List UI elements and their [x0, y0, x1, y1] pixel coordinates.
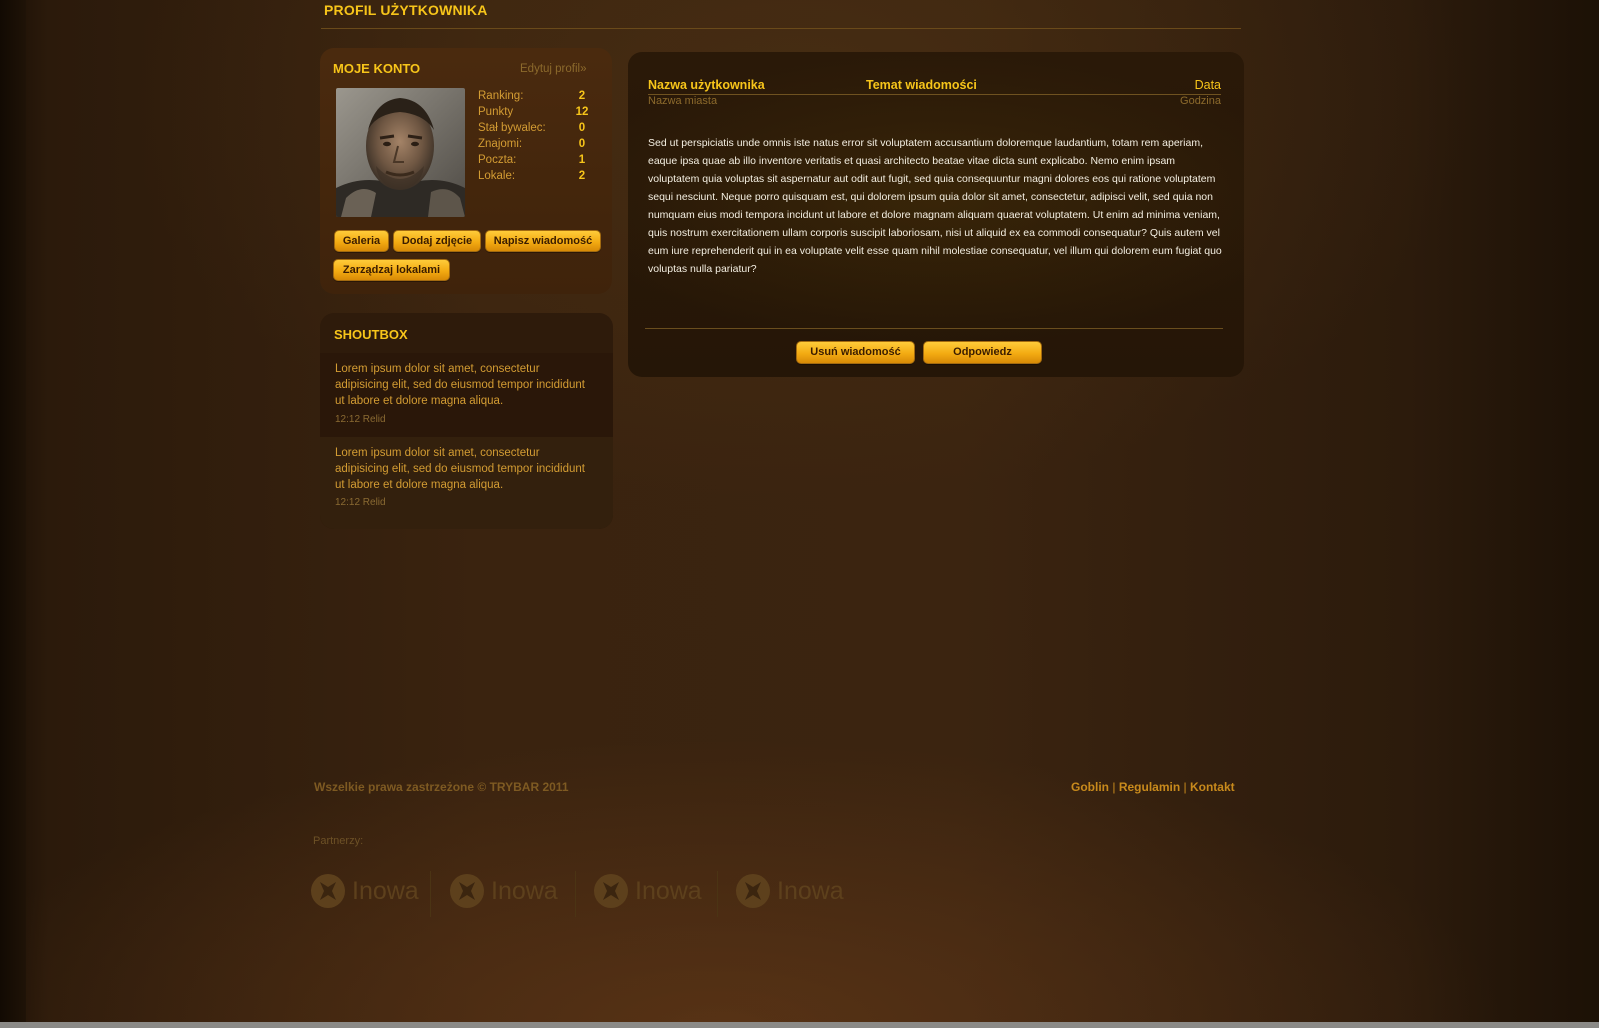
add-photo-button[interactable]: Dodaj zdjęcie [393, 230, 481, 252]
reply-button[interactable]: Odpowiedz [923, 341, 1042, 364]
message-city: Nazwa miasta [648, 95, 718, 107]
account-heading: MOJE KONTO [333, 61, 421, 76]
stat-value: 2 [578, 90, 586, 102]
stat-value: 0 [578, 138, 586, 150]
footer-separator: | [1112, 780, 1116, 794]
footer-separator: | [1183, 780, 1187, 794]
partner-divider [575, 871, 576, 917]
shoutbox-meta: 12:12 Relid [335, 414, 386, 425]
edit-profile-link[interactable]: Edytuj profil» [520, 63, 586, 75]
gallery-button[interactable]: Galeria [334, 230, 389, 252]
manage-venues-button[interactable]: Zarządzaj lokalami [333, 259, 450, 281]
stat-value: 1 [578, 154, 586, 166]
shoutbox-item: Lorem ipsum dolor sit amet, consectetur … [320, 437, 613, 529]
stat-label: Punkty [478, 106, 514, 118]
shoutbox-text: Lorem ipsum dolor sit amet, consectetur … [335, 447, 585, 491]
stat-points: Punkty 12 [478, 104, 590, 120]
stat-label: Lokale: [478, 170, 516, 182]
stat-value: 12 [575, 106, 589, 118]
shoutbox-heading: SHOUTBOX [334, 327, 408, 342]
message-body: Sed ut perspiciatis unde omnis iste natu… [648, 137, 1222, 275]
stat-friends: Znajomi: 0 [478, 136, 590, 152]
avatar-photo [336, 88, 465, 217]
footer-link-goblin[interactable]: Goblin [1071, 780, 1109, 794]
shoutbox-item: Lorem ipsum dolor sit amet, consectetur … [320, 353, 613, 437]
partner-divider [430, 871, 431, 917]
inowa-logo-icon [736, 874, 770, 908]
shoutbox-panel: SHOUTBOX Lorem ipsum dolor sit amet, con… [320, 313, 613, 529]
stat-label: Znajomi: [478, 138, 523, 150]
bottom-scrollbar-edge [0, 1022, 1599, 1028]
partner-logo[interactable]: Inowa [593, 871, 702, 911]
partner-name: Inowa [777, 876, 844, 905]
stat-mail: Poczta: 1 [478, 152, 590, 168]
page-title: PROFIL UŻYTKOWNIKA [324, 2, 488, 18]
avatar[interactable] [336, 88, 465, 217]
stat-venues: Lokale: 2 [478, 168, 590, 184]
message-username[interactable]: Nazwa użytkownika [648, 78, 765, 92]
inowa-logo-icon [311, 874, 345, 908]
inowa-logo-icon [450, 874, 484, 908]
message-subject: Temat wiadomości [866, 78, 977, 92]
stat-regular: Stał bywalec: 0 [478, 120, 590, 136]
account-stats: Ranking: 2 Punkty 12 Stał bywalec: 0 Zna… [478, 88, 590, 184]
delete-message-button[interactable]: Usuń wiadomość [796, 341, 915, 364]
stat-ranking: Ranking: 2 [478, 88, 590, 104]
footer-copyright: Wszelkie prawa zastrzeżone © TRYBAR 2011 [314, 780, 569, 794]
partner-logo[interactable]: Inowa [449, 871, 558, 911]
footer-link-kontakt[interactable]: Kontakt [1190, 780, 1235, 794]
shoutbox-meta: 12:12 Relid [335, 497, 386, 508]
page-left-edge [0, 0, 26, 1028]
shoutbox-text: Lorem ipsum dolor sit amet, consectetur … [335, 363, 585, 407]
partner-name: Inowa [635, 876, 702, 905]
stat-label: Poczta: [478, 154, 517, 166]
footer-link-regulamin[interactable]: Regulamin [1119, 780, 1180, 794]
stat-label: Ranking: [478, 90, 524, 102]
message-footer-divider [645, 328, 1223, 329]
partner-logo[interactable]: Inowa [310, 871, 419, 911]
stat-value: 0 [578, 122, 586, 134]
message-panel: Nazwa użytkownika Temat wiadomości Data … [628, 52, 1244, 377]
message-date: Data [1194, 78, 1221, 92]
partners-label: Partnerzy: [313, 835, 364, 847]
message-header-divider [648, 94, 1221, 95]
account-panel: MOJE KONTO Edytuj profil» Ranking: 2 Pun… [320, 48, 612, 294]
write-message-button[interactable]: Napisz wiadomość [485, 230, 601, 252]
footer-links: Goblin | Regulamin | Kontakt [1071, 780, 1235, 794]
partner-logo[interactable]: Inowa [735, 871, 844, 911]
title-divider [321, 28, 1241, 29]
partner-divider [717, 871, 718, 917]
stat-label: Stał bywalec: [478, 122, 546, 134]
inowa-logo-icon [594, 874, 628, 908]
message-time: Godzina [1180, 95, 1221, 107]
stat-value: 2 [578, 170, 586, 182]
partner-name: Inowa [491, 876, 558, 905]
partner-name: Inowa [352, 876, 419, 905]
